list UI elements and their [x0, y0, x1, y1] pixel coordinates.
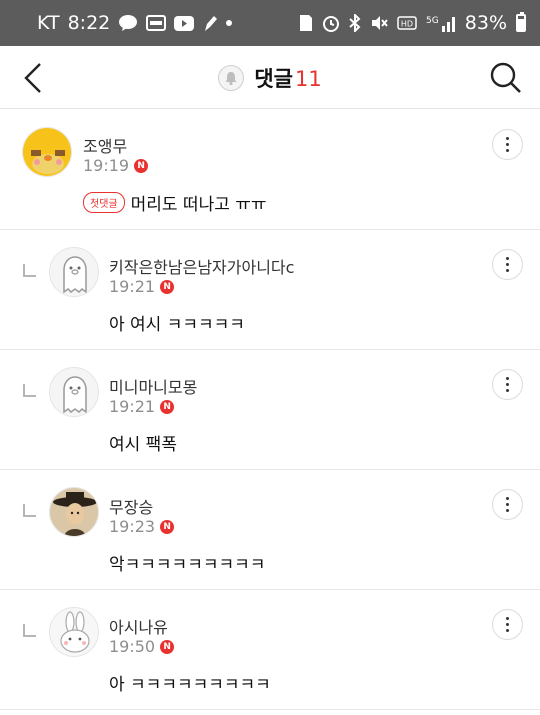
comments-header: 댓글11 — [0, 46, 540, 109]
svg-text:5G: 5G — [426, 16, 439, 26]
avatar[interactable] — [49, 367, 99, 417]
rabbit-avatar-icon — [50, 608, 98, 656]
comment-body: 악ㅋㅋㅋㅋㅋㅋㅋㅋㅋ — [109, 550, 265, 575]
portrait-avatar-icon — [50, 488, 98, 536]
more-options-button[interactable] — [492, 369, 523, 400]
comment-meta: 19:23 N — [109, 517, 175, 536]
new-badge: N — [160, 399, 175, 414]
comment-time: 19:19 — [83, 156, 130, 175]
reply-arrow-icon — [23, 624, 36, 637]
comment-body: 아 ㅋㅋㅋㅋㅋㅋㅋㅋㅋ — [109, 670, 271, 695]
search-icon — [490, 62, 521, 93]
page-title: 댓글 — [254, 66, 293, 91]
chick-avatar-icon — [23, 128, 71, 176]
new-badge: N — [160, 519, 175, 534]
reply-item: 아시나유 19:50 N 아 ㅋㅋㅋㅋㅋㅋㅋㅋㅋ — [0, 590, 540, 710]
youtube-icon — [174, 15, 195, 31]
comment-text: 여시 팩폭 — [109, 435, 177, 455]
svg-text:HD: HD — [401, 20, 413, 29]
sim-icon — [299, 14, 313, 32]
new-badge: N — [134, 158, 149, 173]
more-vertical-icon — [506, 377, 509, 392]
dot-icon — [226, 20, 233, 26]
default-avatar-icon — [50, 248, 98, 296]
comment-author[interactable]: 키작은한남은남자가아니다c — [109, 254, 294, 278]
more-vertical-icon — [506, 257, 509, 272]
comment-text: 아 ㅋㅋㅋㅋㅋㅋㅋㅋㅋ — [109, 675, 271, 695]
carrier-label: KT — [37, 12, 60, 34]
comment-author[interactable]: 아시나유 — [109, 614, 168, 638]
search-button[interactable] — [488, 60, 524, 96]
5g-signal-icon: 5G — [426, 14, 456, 32]
message-box-icon — [146, 15, 167, 31]
hd-icon: HD — [397, 16, 417, 30]
comment-meta: 19:50 N — [109, 637, 175, 656]
more-options-button[interactable] — [492, 249, 523, 280]
avatar[interactable] — [49, 607, 99, 657]
comment-meta: 19:21 N — [109, 397, 175, 416]
comment-meta: 19:19 N — [83, 156, 149, 175]
battery-percent: 83% — [464, 12, 507, 34]
more-vertical-icon — [506, 617, 509, 632]
new-badge: N — [160, 639, 175, 654]
talk-icon — [118, 15, 138, 31]
new-badge: N — [160, 279, 175, 294]
first-comment-badge: 첫댓글 — [83, 192, 125, 213]
reply-item: 미니마니모몽 19:21 N 여시 팩폭 — [0, 350, 540, 470]
bell-icon[interactable] — [218, 64, 245, 91]
battery-icon — [516, 12, 526, 32]
avatar[interactable] — [49, 487, 99, 537]
comment-text: 악ㅋㅋㅋㅋㅋㅋㅋㅋㅋ — [109, 555, 266, 575]
reply-item: 키작은한남은남자가아니다c 19:21 N 아 여시 ㅋㅋㅋㅋㅋ — [0, 230, 540, 350]
header-title-group: 댓글11 — [0, 46, 540, 109]
status-right: HD 5G 83% — [299, 12, 526, 34]
reply-arrow-icon — [23, 384, 36, 397]
more-options-button[interactable] — [492, 129, 523, 160]
comment-text: 머리도 떠나고 ㅠㅠ — [130, 195, 267, 215]
alarm-icon — [322, 14, 340, 32]
clock: 8:22 — [67, 12, 111, 34]
more-vertical-icon — [506, 137, 509, 152]
reply-arrow-icon — [23, 504, 36, 517]
comment-time: 19:21 — [109, 277, 156, 296]
more-vertical-icon — [506, 497, 509, 512]
comment-text: 아 여시 ㅋㅋㅋㅋㅋ — [109, 315, 245, 335]
pen-icon — [202, 14, 218, 32]
comment-body: 아 여시 ㅋㅋㅋㅋㅋ — [109, 310, 245, 335]
default-avatar-icon — [50, 368, 98, 416]
comment-list: 조앵무 19:19 N 첫댓글 머리도 떠나고 ㅠㅠ 키작은한남은남자가아니다c — [0, 110, 540, 710]
comment-time: 19:50 — [109, 637, 156, 656]
comment-author[interactable]: 무장승 — [109, 494, 153, 518]
comment-time: 19:23 — [109, 517, 156, 536]
status-left: KT 8:22 — [37, 12, 233, 34]
reply-arrow-icon — [23, 264, 36, 277]
comment-author[interactable]: 미니마니모몽 — [109, 374, 197, 398]
comment-meta: 19:21 N — [109, 277, 175, 296]
comment-body: 첫댓글 머리도 떠나고 ㅠㅠ — [83, 190, 267, 215]
comment-item: 조앵무 19:19 N 첫댓글 머리도 떠나고 ㅠㅠ — [0, 110, 540, 230]
more-options-button[interactable] — [492, 489, 523, 520]
status-bar: KT 8:22 HD 5G 83% — [0, 0, 540, 46]
bluetooth-icon — [349, 14, 361, 32]
comment-count: 11 — [294, 66, 322, 91]
comment-author[interactable]: 조앵무 — [83, 133, 127, 157]
more-options-button[interactable] — [492, 609, 523, 640]
comment-time: 19:21 — [109, 397, 156, 416]
mute-icon — [370, 14, 388, 32]
avatar[interactable] — [49, 247, 99, 297]
reply-item: 무장승 19:23 N 악ㅋㅋㅋㅋㅋㅋㅋㅋㅋ — [0, 470, 540, 590]
comment-body: 여시 팩폭 — [109, 430, 177, 455]
avatar[interactable] — [22, 127, 72, 177]
